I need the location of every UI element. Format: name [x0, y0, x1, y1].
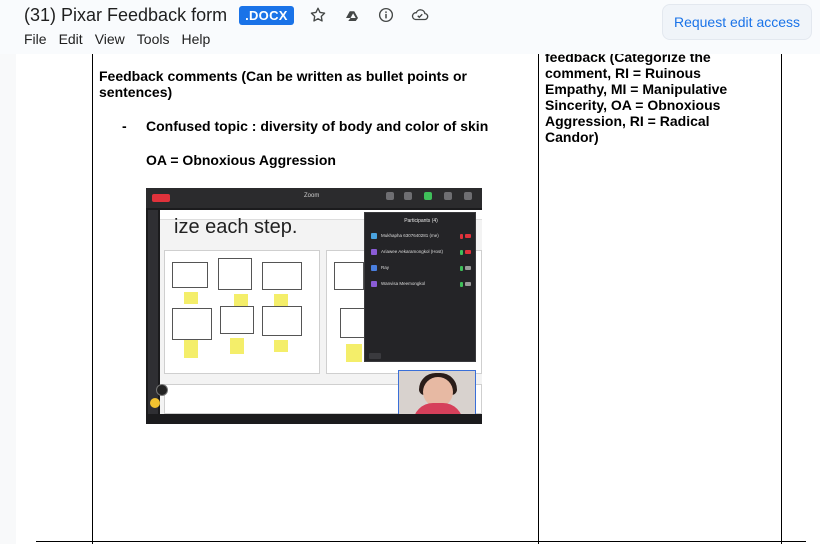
docx-badge: .DOCX [239, 5, 294, 25]
info-icon[interactable] [376, 5, 396, 25]
participant-name: Ray [381, 265, 390, 270]
participant-avatar [371, 233, 377, 239]
story-frame [220, 306, 254, 334]
share-icon [424, 192, 432, 200]
star-icon[interactable] [308, 5, 328, 25]
table-border-middle [538, 54, 539, 544]
table-border-bottom [36, 541, 806, 542]
participants-icon [444, 192, 452, 200]
zoom-leave-button [152, 194, 170, 202]
menu-edit[interactable]: Edit [59, 31, 83, 47]
drive-move-icon[interactable] [342, 5, 362, 25]
bullet-dash: - [122, 118, 127, 134]
menu-help[interactable]: Help [181, 31, 210, 47]
zoom-label: Zoom [304, 193, 320, 199]
bullet-text: Confused topic : diversity of body and c… [146, 118, 489, 134]
sticky-note [274, 294, 288, 306]
more-icon [464, 192, 472, 200]
docs-header: (31) Pixar Feedback form .DOCX File Edit… [0, 0, 820, 54]
right-column-cell: feedback (Categorize the comment, RI = R… [545, 54, 775, 154]
table-border-left [92, 54, 93, 544]
participant-row: Mukhapha 6307640281 (me) [369, 231, 473, 241]
story-frame [262, 306, 302, 336]
whiteboard-sidebar [148, 210, 158, 414]
mic-icon [460, 282, 463, 287]
story-frame [172, 262, 208, 288]
story-frame [172, 308, 212, 340]
participant-avatar [371, 281, 377, 287]
invite-button [369, 353, 381, 359]
mic-icon [460, 266, 463, 271]
sticky-note [274, 340, 288, 352]
category-line: OA = Obnoxious Aggression [146, 152, 336, 168]
sticky-note [184, 340, 198, 358]
bullet-item: - Confused topic : diversity of body and … [122, 118, 488, 134]
participant-row: Ray [369, 263, 473, 273]
menu-tools[interactable]: Tools [137, 31, 170, 47]
menu-view[interactable]: View [95, 31, 125, 47]
participant-name: Wanvisa Meemongkol [381, 281, 426, 286]
story-frame [262, 262, 302, 290]
participant-avatar [371, 265, 377, 271]
slide-heading-text: ize each step. [174, 216, 298, 238]
sticky-note [184, 292, 198, 304]
feedback-category-text: feedback (Categorize the comment, RI = R… [545, 54, 728, 145]
mute-icon [386, 192, 394, 200]
embedded-zoom-screenshot[interactable]: Zoom ize each step. Participants (4) Muk… [146, 188, 482, 424]
sticky-note [230, 338, 244, 354]
feedback-heading: Feedback comments (Can be written as bul… [99, 68, 467, 100]
participant-row: Ariawee Aekaramongkol (Host) [369, 247, 473, 257]
participants-panel: Participants (4) Mukhapha 6307640281 (me… [364, 212, 476, 362]
mic-icon [460, 250, 463, 255]
video-icon [404, 192, 412, 200]
participant-avatar [371, 249, 377, 255]
story-frame [334, 262, 364, 290]
table-border-right [781, 54, 782, 544]
participants-title: Participants (4) [404, 218, 438, 224]
participant-name: Ariawee Aekaramongkol (Host) [381, 249, 444, 254]
menu-file[interactable]: File [24, 31, 47, 47]
sticky-note [234, 294, 248, 306]
camera-icon [465, 282, 471, 286]
participant-name: Mukhapha 6307640281 (me) [381, 233, 439, 238]
self-video-thumbnail [398, 370, 476, 418]
title-row: (31) Pixar Feedback form .DOCX [24, 3, 430, 27]
sticky-note [346, 344, 362, 362]
emoji-icon [150, 398, 160, 408]
mic-icon [460, 234, 463, 239]
camera-icon [465, 266, 471, 270]
document-title[interactable]: (31) Pixar Feedback form [24, 5, 227, 26]
document-canvas: feedback (Categorize the comment, RI = R… [0, 54, 820, 544]
participant-row: Wanvisa Meemongkol [369, 279, 473, 289]
story-frame [218, 258, 252, 290]
menu-bar: File Edit View Tools Help [24, 31, 222, 47]
pen-tool-icon [156, 384, 168, 396]
camera-icon [465, 250, 471, 254]
cloud-status-icon[interactable] [410, 5, 430, 25]
request-edit-access-button[interactable]: Request edit access [662, 4, 812, 40]
camera-icon [465, 234, 471, 238]
zoom-bottombar [160, 414, 482, 424]
